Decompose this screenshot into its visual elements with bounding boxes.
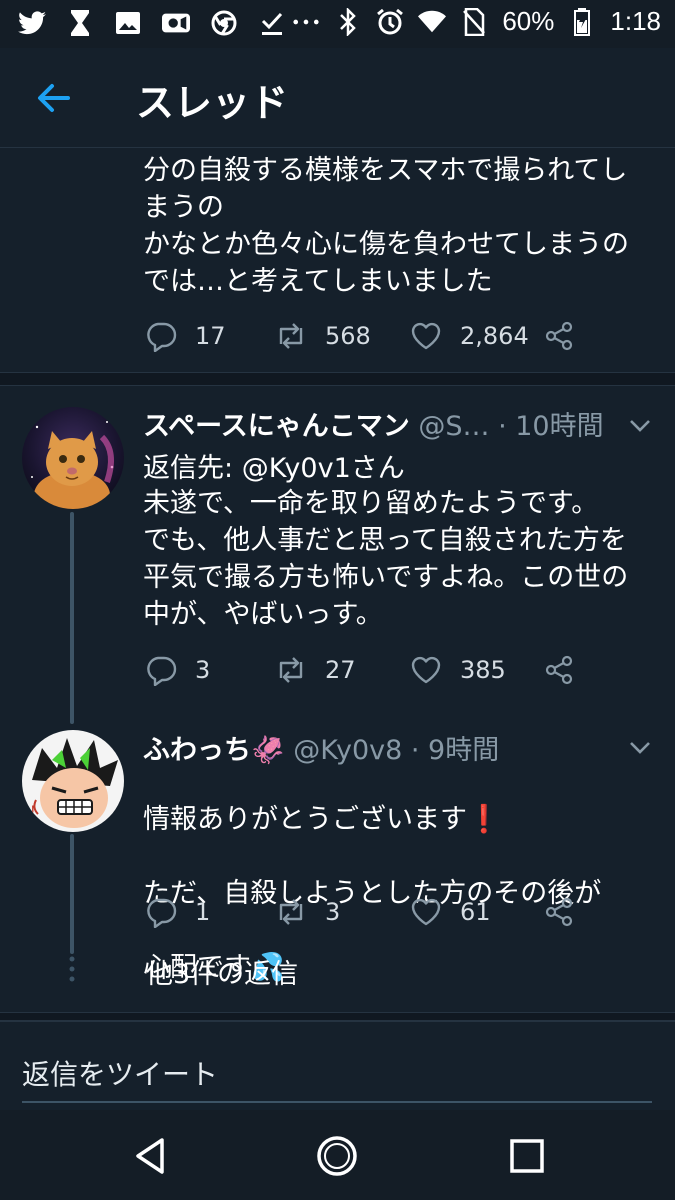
reply-button[interactable]: 17 <box>145 316 226 356</box>
tweet-text-line: 情報ありがとうございます❗ <box>143 801 663 838</box>
thread-dots-icon <box>68 955 76 985</box>
reply-icon <box>147 656 177 686</box>
chevron-down-icon[interactable] <box>625 732 655 762</box>
display-name[interactable]: スペースにゃんこマン <box>143 411 410 442</box>
share-button[interactable] <box>543 316 575 356</box>
share-button[interactable] <box>543 892 575 932</box>
back-arrow-icon[interactable] <box>32 76 76 120</box>
tweet-text: 分の自殺する模様をスマホで撮られてし まうの かなとか色々心に傷を負わせてしまう… <box>143 155 629 297</box>
reply-icon <box>147 898 177 928</box>
retweet-count: 568 <box>325 322 371 350</box>
battery-percent: 60% <box>502 6 555 36</box>
more-icon <box>292 7 320 37</box>
heart-icon <box>411 898 441 926</box>
retweet-icon <box>279 899 303 925</box>
chevron-down-icon[interactable] <box>625 410 655 440</box>
retweet-button[interactable]: 3 <box>275 892 340 932</box>
tweet-meta: スペースにゃんこマン @S… · 10時間 <box>143 404 604 443</box>
avatar[interactable] <box>22 407 124 509</box>
avatar[interactable]: ! <box>22 730 124 832</box>
status-bar: 60% 1:18 <box>0 0 675 48</box>
username[interactable]: @S… <box>418 411 489 442</box>
twitter-icon <box>18 8 46 38</box>
reply-count: 17 <box>195 322 226 350</box>
reply-count: 3 <box>195 656 211 684</box>
reply-to-line: 返信先: @Ky0v1さん <box>143 446 405 485</box>
heart-icon <box>411 322 441 350</box>
thread-line <box>70 834 74 954</box>
retweet-button[interactable]: 568 <box>275 316 371 356</box>
like-count: 61 <box>460 898 491 926</box>
like-count: 385 <box>460 656 506 684</box>
tweet-actions: 3 27 385 <box>145 650 585 690</box>
back-triangle-icon[interactable] <box>130 1134 174 1178</box>
tweet-actions: 1 3 61 <box>145 892 585 932</box>
reply-to-mention[interactable]: @Ky0v1さん <box>242 453 405 484</box>
app-header: スレッド <box>0 48 675 148</box>
chrome-icon <box>210 8 238 38</box>
more-replies-link[interactable]: 他3件の返信 <box>146 952 298 991</box>
image-icon <box>114 8 142 38</box>
retweet-count: 3 <box>325 898 341 926</box>
like-button[interactable]: 61 <box>410 892 491 932</box>
retweet-icon <box>279 323 303 349</box>
reply-input[interactable] <box>22 1047 652 1103</box>
android-nav-bar <box>0 1110 675 1200</box>
tweet-continuation[interactable]: 分の自殺する模様をスマホで撮られてし まうの かなとか色々心に傷を負わせてしまう… <box>0 150 675 372</box>
alarm-icon <box>376 7 404 37</box>
squid-emoji: 🦑 <box>251 735 285 766</box>
clock: 1:18 <box>610 6 661 36</box>
retweet-button[interactable]: 27 <box>275 650 356 690</box>
display-name[interactable]: ふわっち <box>143 735 251 766</box>
reply-button[interactable]: 1 <box>145 892 210 932</box>
reply-composer <box>0 1020 675 1110</box>
page-title: スレッド <box>136 81 289 125</box>
hourglass-icon <box>66 8 94 38</box>
tweet-actions: 17 568 2,864 <box>145 316 585 356</box>
username-timestamp[interactable]: @Ky0v8 · 9時間 <box>293 735 499 766</box>
no-sim-icon <box>460 7 488 37</box>
reply-icon <box>147 322 177 352</box>
share-icon <box>545 897 573 927</box>
reply-to-label: 返信先: <box>143 453 242 484</box>
like-button[interactable]: 385 <box>410 650 506 690</box>
like-count: 2,864 <box>460 322 529 350</box>
svg-text:!: ! <box>30 804 36 820</box>
tweet-meta: ふわっち🦑 @Ky0v8 · 9時間 <box>143 728 499 767</box>
share-icon <box>545 655 573 685</box>
battery-icon <box>568 7 596 37</box>
home-circle-icon[interactable] <box>315 1134 359 1178</box>
retweet-count: 27 <box>325 656 356 684</box>
video-icon <box>162 8 190 38</box>
timestamp: · 10時間 <box>498 411 604 442</box>
like-button[interactable]: 2,864 <box>410 316 529 356</box>
tweet-text: 未遂で、一命を取り留めたようです。 でも、他人事だと思って自殺された方を 平気で… <box>143 488 629 630</box>
reply-button[interactable]: 3 <box>145 650 210 690</box>
retweet-icon <box>279 657 303 683</box>
wifi-icon <box>418 7 447 37</box>
reply-count: 1 <box>195 898 211 926</box>
share-icon <box>545 321 573 351</box>
bluetooth-icon <box>334 7 362 37</box>
separator <box>0 372 675 386</box>
text-segment: 情報ありがとうございます <box>143 804 467 835</box>
exclamation-emoji: ❗ <box>467 804 501 835</box>
recent-apps-icon[interactable] <box>505 1134 549 1178</box>
download-done-icon <box>258 8 286 38</box>
share-button[interactable] <box>543 650 575 690</box>
thread-line <box>70 512 74 724</box>
heart-icon <box>411 656 441 684</box>
